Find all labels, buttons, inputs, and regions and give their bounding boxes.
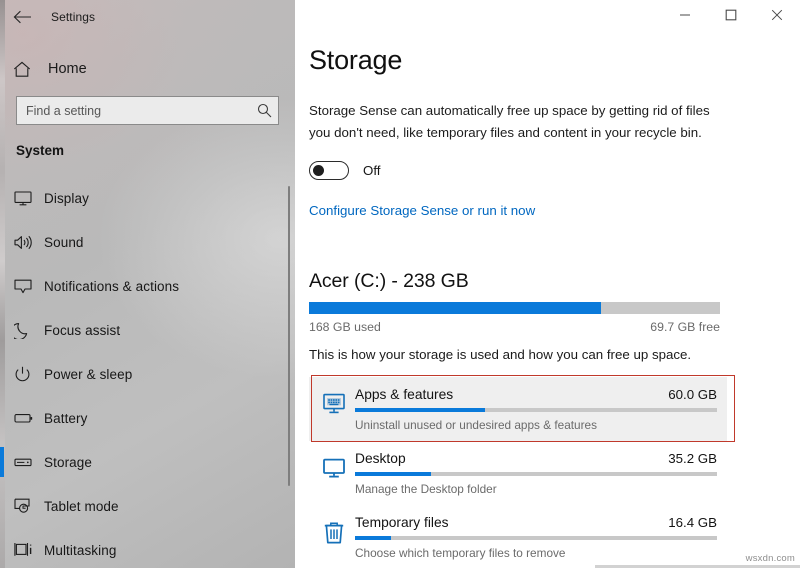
- sidebar-item-label: Storage: [44, 455, 92, 470]
- sidebar-item-label: Multitasking: [44, 543, 116, 558]
- notification-icon: [14, 279, 44, 294]
- page-title: Storage: [309, 45, 402, 76]
- drive-title: Acer (C:) - 238 GB: [309, 270, 469, 293]
- sidebar-scrollbar[interactable]: [288, 186, 290, 486]
- storage-category-name: Temporary files: [355, 515, 449, 530]
- sidebar-item-display[interactable]: Display: [0, 185, 295, 211]
- storage-category-fill: [355, 408, 485, 412]
- sidebar-item-power-sleep[interactable]: Power & sleep: [0, 361, 295, 387]
- multitasking-icon: [14, 542, 44, 558]
- storage-category-bar: [355, 472, 717, 476]
- sidebar-item-label: Tablet mode: [44, 499, 119, 514]
- sidebar-nav-list: Display Sound: [0, 185, 295, 568]
- storage-category-subtitle: Uninstall unused or undesired apps & fea…: [355, 418, 717, 432]
- storage-category-header: Temporary files 16.4 GB: [355, 515, 717, 530]
- sidebar-item-label: Sound: [44, 235, 84, 250]
- watermark: wsxdn.com: [746, 553, 795, 564]
- sidebar-item-label: Battery: [44, 411, 87, 426]
- trash-icon: [313, 515, 355, 560]
- app-title: Settings: [51, 10, 95, 24]
- tablet-icon: [14, 498, 44, 514]
- storage-category-list: Apps & features 60.0 GB Uninstall unused…: [309, 377, 727, 568]
- storage-category-size: 35.2 GB: [668, 451, 717, 466]
- storage-category-apps-features[interactable]: Apps & features 60.0 GB Uninstall unused…: [309, 377, 727, 441]
- moon-icon: [14, 322, 44, 339]
- sidebar-item-storage[interactable]: Storage: [0, 449, 295, 475]
- sidebar-item-focus-assist[interactable]: Focus assist: [0, 317, 295, 343]
- storage-category-fill: [355, 472, 431, 476]
- battery-icon: [14, 412, 44, 424]
- sidebar-item-multitasking[interactable]: Multitasking: [0, 537, 295, 563]
- sidebar-item-label: Focus assist: [44, 323, 120, 338]
- back-arrow-icon[interactable]: [0, 1, 44, 33]
- power-icon: [14, 366, 44, 383]
- configure-storage-sense-link[interactable]: Configure Storage Sense or run it now: [309, 203, 535, 218]
- storage-category-body: Apps & features 60.0 GB Uninstall unused…: [355, 387, 719, 432]
- storage-category-bar: [355, 536, 717, 540]
- minimize-button[interactable]: [662, 0, 708, 30]
- storage-sense-toggle[interactable]: [309, 161, 349, 180]
- speaker-icon: [14, 235, 44, 250]
- storage-category-bar: [355, 408, 717, 412]
- desktop-monitor-icon: [313, 451, 355, 496]
- storage-category-body: Temporary files 16.4 GB Choose which tem…: [355, 515, 719, 560]
- sidebar-item-label: Display: [44, 191, 89, 206]
- close-button[interactable]: [754, 0, 800, 30]
- sidebar-item-battery[interactable]: Battery: [0, 405, 295, 431]
- home-label: Home: [48, 61, 87, 77]
- storage-category-subtitle: Manage the Desktop folder: [355, 482, 717, 496]
- search-icon[interactable]: [250, 97, 278, 124]
- sidebar-item-label: Power & sleep: [44, 367, 132, 382]
- search-box[interactable]: [16, 96, 279, 125]
- apps-features-icon: [313, 387, 355, 432]
- window-controls: [662, 0, 800, 30]
- storage-icon: [14, 457, 44, 468]
- sidebar-section-header: System: [16, 143, 64, 158]
- settings-window: Settings Home System: [0, 0, 800, 568]
- storage-category-name: Desktop: [355, 451, 406, 466]
- storage-sense-description: Storage Sense can automatically free up …: [309, 100, 727, 144]
- drive-free-label: 69.7 GB free: [650, 320, 720, 334]
- maximize-button[interactable]: [708, 0, 754, 30]
- storage-category-size: 16.4 GB: [668, 515, 717, 530]
- drive-usage-fill: [309, 302, 601, 314]
- storage-category-body: Desktop 35.2 GB Manage the Desktop folde…: [355, 451, 719, 496]
- toggle-knob: [313, 165, 324, 176]
- storage-category-desktop[interactable]: Desktop 35.2 GB Manage the Desktop folde…: [309, 441, 727, 505]
- storage-category-subtitle: Choose which temporary files to remove: [355, 546, 717, 560]
- sidebar-item-label: Notifications & actions: [44, 279, 179, 294]
- search-input[interactable]: [17, 97, 250, 124]
- storage-category-header: Desktop 35.2 GB: [355, 451, 717, 466]
- sidebar-item-sound[interactable]: Sound: [0, 229, 295, 255]
- settings-sidebar: Settings Home System: [0, 0, 295, 568]
- home-icon: [0, 53, 44, 85]
- storage-category-header: Apps & features 60.0 GB: [355, 387, 717, 402]
- storage-sense-toggle-row: Off: [309, 161, 381, 180]
- main-content: Storage Storage Sense can automatically …: [295, 0, 800, 568]
- storage-category-temporary-files[interactable]: Temporary files 16.4 GB Choose which tem…: [309, 505, 727, 568]
- storage-category-name: Apps & features: [355, 387, 453, 402]
- sidebar-item-notifications[interactable]: Notifications & actions: [0, 273, 295, 299]
- storage-category-size: 60.0 GB: [668, 387, 717, 402]
- toggle-state-label: Off: [363, 163, 381, 178]
- drive-usage-bar: [309, 302, 720, 314]
- monitor-icon: [14, 191, 44, 206]
- drive-used-label: 168 GB used: [309, 320, 381, 334]
- storage-category-fill: [355, 536, 391, 540]
- sidebar-item-tablet-mode[interactable]: Tablet mode: [0, 493, 295, 519]
- sidebar-item-home[interactable]: Home: [0, 53, 295, 85]
- title-bar: Settings: [0, 0, 295, 33]
- storage-howto-text: This is how your storage is used and how…: [309, 347, 691, 362]
